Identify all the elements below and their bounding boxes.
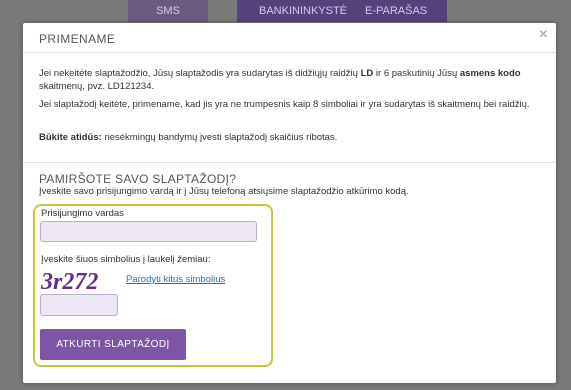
reminder-text-2: Jei slaptažodį keitėte, primename, kad j… bbox=[39, 99, 530, 110]
tab-banking-group: BANKININKYSTĖ E-PARAŠAS bbox=[237, 0, 447, 22]
recover-password-button[interactable]: ATKURTI SLAPTAŽODĮ bbox=[40, 329, 186, 360]
modal-title: PRIMENAME bbox=[39, 32, 116, 46]
close-icon[interactable]: × bbox=[539, 27, 548, 43]
modal-header: PRIMENAME × bbox=[23, 23, 556, 53]
captcha-text: 3r272 bbox=[40, 269, 98, 293]
section-divider bbox=[23, 162, 556, 163]
forgot-password-title: PAMIRŠOTE SAVO SLAPTAŽODĮ? bbox=[39, 172, 237, 186]
warning-label: Būkite atidūs: bbox=[39, 132, 102, 143]
tab-e-signature: E-PARAŠAS bbox=[365, 5, 428, 17]
username-label: Prisijungimo vardas bbox=[41, 208, 124, 219]
show-other-symbols-link[interactable]: Parodyti kitus simbolius bbox=[126, 274, 225, 285]
captcha-input[interactable] bbox=[40, 294, 118, 316]
text-segment: skaitmenų, pvz. LD121234. bbox=[39, 81, 155, 92]
tab-banking: BANKININKYSTĖ bbox=[259, 5, 348, 17]
reminder-text-1: Jei nekeitėte slaptažodžio, Jūsų slaptaž… bbox=[39, 67, 544, 93]
captcha-label: Įveskite šiuos simbolius į laukelį žemia… bbox=[41, 254, 211, 265]
tab-sms: SMS bbox=[128, 0, 208, 22]
text-segment: ir 6 paskutinių Jūsų bbox=[373, 68, 460, 79]
forgot-password-subtitle: Įveskite savo prisijungimo vardą ir į Jū… bbox=[39, 186, 409, 197]
text-segment: Jei nekeitėte slaptažodžio, Jūsų slaptaž… bbox=[39, 68, 361, 79]
captcha-image: 3r272 bbox=[40, 269, 98, 293]
text-bold: asmens kodo bbox=[459, 68, 521, 79]
warning-message: nesėkmingų bandymų įvesti slaptažodį ska… bbox=[101, 132, 338, 143]
username-input[interactable] bbox=[40, 221, 257, 242]
warning-text: Būkite atidūs: nesėkmingų bandymų įvesti… bbox=[39, 131, 544, 144]
reminder-modal: PRIMENAME × Jei nekeitėte slaptažodžio, … bbox=[23, 23, 556, 383]
text-bold: LD bbox=[360, 68, 374, 79]
